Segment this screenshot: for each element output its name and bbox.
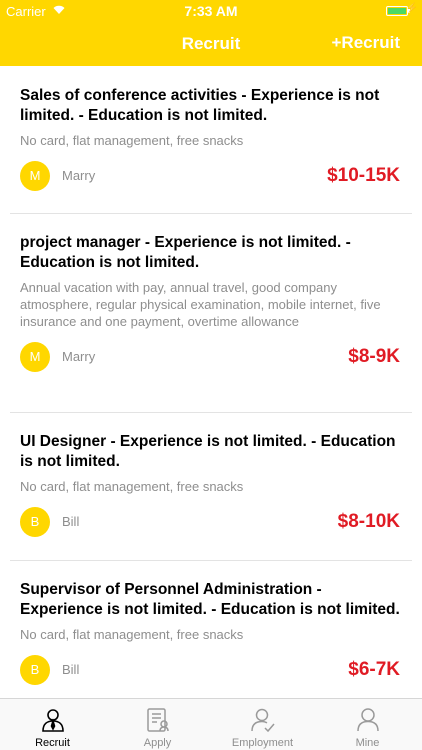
poster-name: Bill — [62, 662, 80, 677]
avatar: B — [20, 655, 50, 685]
tab-label: Mine — [355, 737, 380, 749]
avatar: M — [20, 342, 50, 372]
salary-range: $6-7K — [348, 659, 400, 680]
divider — [10, 560, 412, 561]
job-title: project manager - Experience is not limi… — [20, 234, 351, 271]
job-benefits: No card, flat management, free snacks — [20, 479, 244, 494]
tab-apply[interactable]: Apply — [105, 699, 210, 750]
job-benefits: No card, flat management, free snacks — [20, 627, 244, 642]
tab-recruit[interactable]: Recruit — [0, 699, 105, 750]
job-benefits: Annual vacation with pay, annual travel,… — [20, 280, 381, 329]
tab-label: Recruit — [35, 737, 70, 749]
job-title: Supervisor of Personnel Administration -… — [20, 581, 400, 618]
poster-name: Marry — [62, 349, 96, 364]
add-recruit-button[interactable]: +Recruit — [332, 33, 401, 53]
divider — [10, 412, 412, 413]
job-card[interactable]: project manager - Experience is not limi… — [0, 233, 422, 374]
apply-icon — [147, 708, 169, 732]
job-card[interactable]: Sales of conference activities - Experie… — [0, 86, 422, 193]
clock: 7:33 AM — [184, 3, 238, 19]
mine-icon — [357, 708, 379, 732]
salary-range: $8-10K — [337, 511, 400, 532]
salary-range: $10-15K — [327, 165, 400, 186]
tab-mine[interactable]: Mine — [315, 699, 420, 750]
charging-icon: ⚡ — [405, 3, 418, 14]
poster-name: Bill — [62, 514, 80, 529]
job-card[interactable]: Supervisor of Personnel Administration -… — [0, 580, 422, 687]
job-card[interactable]: UI Designer - Experience is not limited.… — [0, 432, 422, 539]
job-benefits: No card, flat management, free snacks — [20, 133, 244, 148]
navigation-header: Carrier 7:33 AM ⚡ Recruit +Recruit — [0, 0, 422, 66]
status-bar: Carrier 7:33 AM ⚡ — [0, 0, 422, 22]
avatar: B — [20, 507, 50, 537]
recruit-icon — [42, 709, 64, 732]
divider — [10, 213, 412, 214]
salary-range: $8-9K — [348, 346, 400, 367]
job-title: Sales of conference activities - Experie… — [20, 87, 380, 124]
avatar: M — [20, 161, 50, 191]
tab-label: Employment — [231, 737, 294, 749]
tab-employment[interactable]: Employment — [210, 699, 315, 750]
job-title: UI Designer - Experience is not limited.… — [20, 433, 396, 470]
tab-label: Apply — [143, 737, 172, 749]
employment-icon — [251, 708, 275, 733]
job-list[interactable]: Sales of conference activities - Experie… — [0, 66, 422, 698]
tab-bar: Recruit Apply Employment Mine — [0, 698, 422, 750]
poster-name: Marry — [62, 168, 96, 183]
